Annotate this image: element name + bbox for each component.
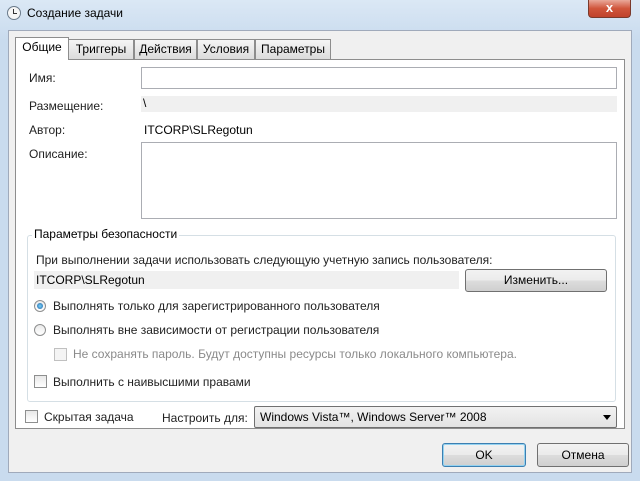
chevron-down-icon: [603, 415, 611, 420]
close-button[interactable]: x: [588, 0, 631, 18]
account-field: ITCORP\SLRegotun: [34, 271, 459, 289]
author-label: Автор:: [29, 123, 66, 137]
window-title: Создание задачи: [27, 6, 123, 20]
no-store-password-checkbox[interactable]: [54, 348, 67, 361]
name-label: Имя:: [29, 71, 56, 85]
configure-for-select[interactable]: Windows Vista™, Windows Server™ 2008: [254, 406, 617, 428]
highest-privileges-label[interactable]: Выполнить с наивысшими правами: [53, 375, 251, 389]
run-only-logged-on-radio[interactable]: [34, 300, 46, 312]
create-task-window: Создание задачи x Общие Триггеры Действи…: [0, 0, 640, 481]
name-input[interactable]: [141, 67, 617, 89]
highest-privileges-checkbox[interactable]: [34, 375, 47, 388]
security-group-title: Параметры безопасности: [32, 227, 180, 241]
tab-general[interactable]: Общие: [15, 37, 69, 60]
author-value: ITCORP\SLRegotun: [144, 123, 253, 137]
hidden-task-checkbox[interactable]: [25, 410, 38, 423]
run-as-label: При выполнении задачи использовать следу…: [36, 253, 493, 267]
account-value: ITCORP\SLRegotun: [36, 273, 145, 287]
hidden-task-label[interactable]: Скрытая задача: [44, 410, 134, 424]
tab-triggers[interactable]: Триггеры: [68, 39, 134, 59]
description-textarea[interactable]: [141, 142, 617, 219]
run-whether-logged-on-radio[interactable]: [34, 324, 46, 336]
clock-icon: [7, 6, 21, 20]
tab-settings[interactable]: Параметры: [255, 39, 331, 59]
run-whether-logged-on-label[interactable]: Выполнять вне зависимости от регистрации…: [53, 323, 379, 337]
tab-actions[interactable]: Действия: [134, 39, 197, 59]
change-user-button[interactable]: Изменить...: [465, 269, 607, 292]
cancel-button[interactable]: Отмена: [537, 443, 629, 467]
location-field: \: [141, 96, 617, 112]
ok-button[interactable]: OK: [442, 443, 526, 467]
close-icon: x: [605, 0, 614, 15]
run-only-logged-on-label[interactable]: Выполнять только для зарегистрированного…: [53, 299, 380, 313]
configure-for-value: Windows Vista™, Windows Server™ 2008: [260, 410, 487, 424]
description-label: Описание:: [29, 147, 88, 161]
tab-conditions[interactable]: Условия: [197, 39, 255, 59]
location-label: Размещение:: [29, 99, 104, 113]
configure-for-label: Настроить для:: [162, 411, 248, 425]
location-value: \: [143, 96, 147, 110]
no-store-password-label: Не сохранять пароль. Будут доступны ресу…: [73, 347, 517, 361]
title-bar[interactable]: Создание задачи x: [0, 0, 640, 26]
